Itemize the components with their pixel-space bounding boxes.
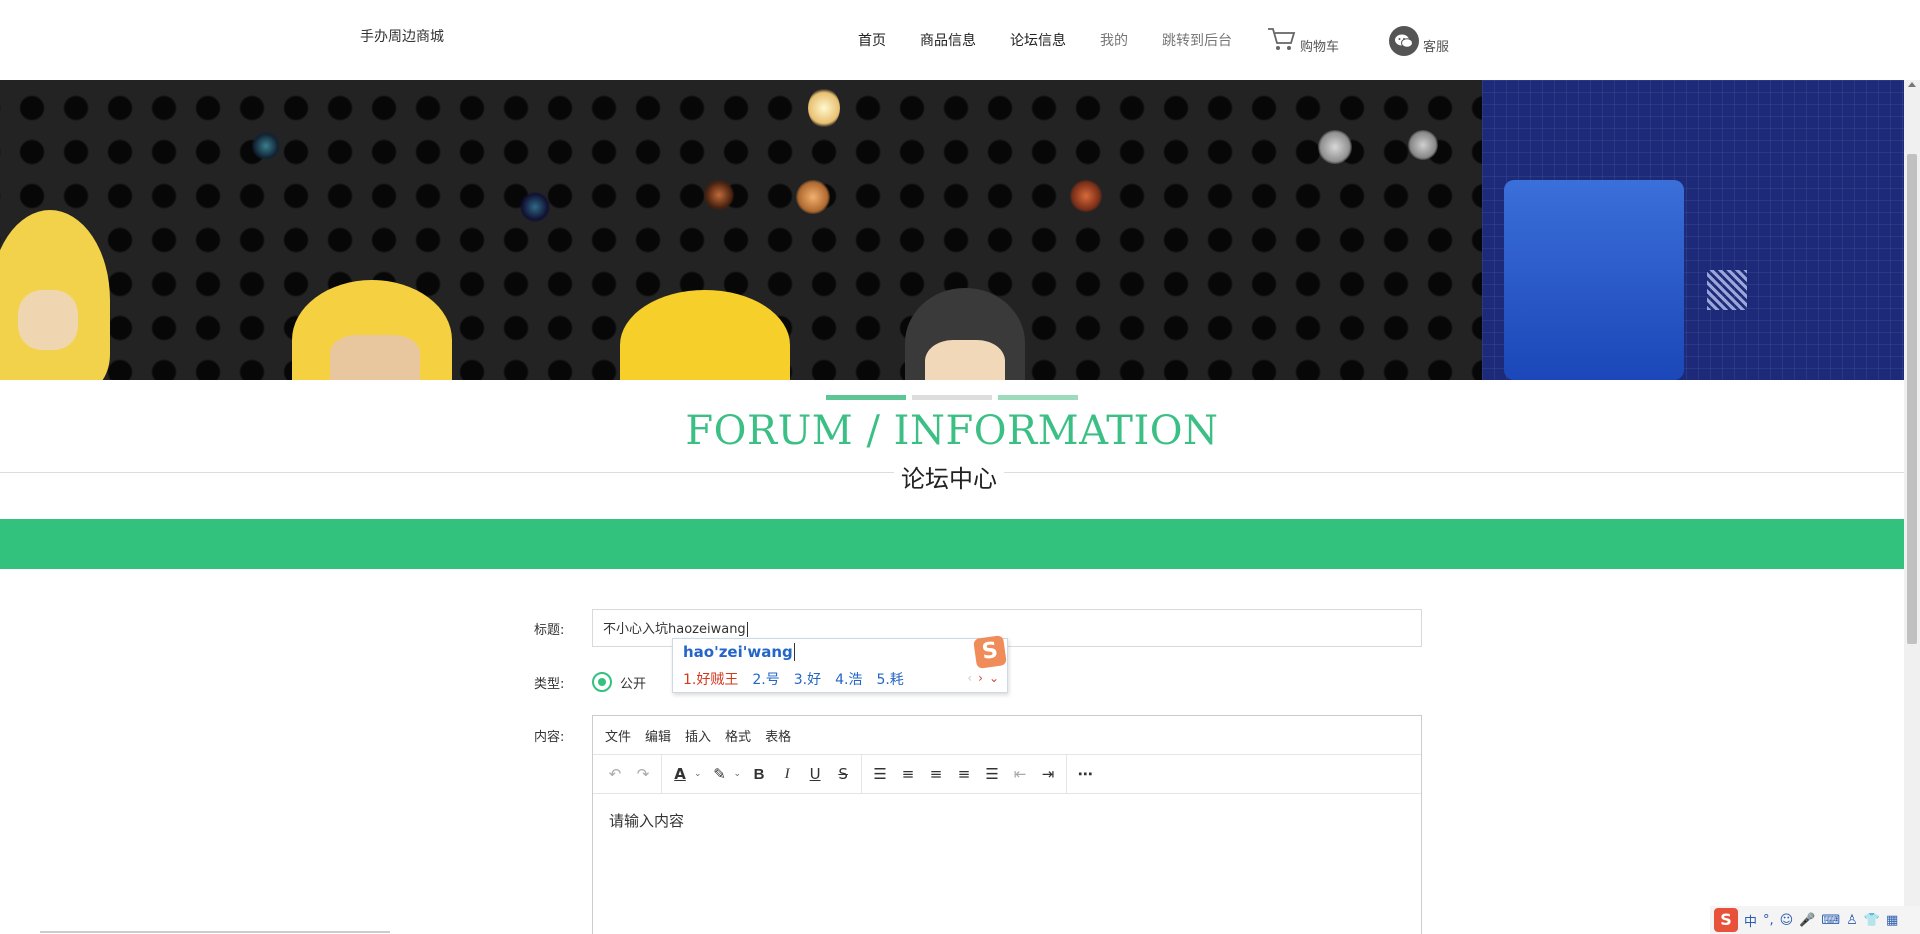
ime-lang-toggle[interactable]: 中 (1744, 911, 1757, 930)
menu-format[interactable]: 格式 (725, 726, 751, 745)
ime-candidate[interactable]: 3.好 (794, 669, 821, 689)
line-height-icon[interactable]: ☰ (866, 760, 894, 788)
type-option-label: 公开 (620, 676, 647, 692)
ime-candidate-popup: hao'zei'wang 1.好贼王 2.号 3.好 4.浩 5.耗 S ‹ ›… (672, 635, 1008, 693)
nav-forum[interactable]: 论坛信息 (1010, 30, 1066, 52)
underline-icon[interactable]: U (801, 760, 829, 788)
emoji-icon[interactable]: ☺ (1780, 913, 1794, 928)
nav-home[interactable]: 首页 (858, 30, 886, 52)
italic-icon[interactable]: I (773, 760, 801, 788)
editor-toolbar: ↶ ↷ A ⌄ ✎ ⌄ B I U S ☰ ≡ ≡ ≡ ☰ ⇤ ⇥ ⋯ (593, 754, 1421, 794)
align-left-icon[interactable]: ≡ (894, 760, 922, 788)
carousel-dot-2[interactable] (912, 395, 992, 400)
radio-checked-icon (592, 672, 612, 692)
bold-icon[interactable]: B (745, 760, 773, 788)
brand-logo-text[interactable]: 手办周边商城 (360, 26, 444, 46)
skin-icon[interactable]: 👕 (1864, 913, 1880, 928)
carousel-dot-3[interactable] (998, 395, 1078, 400)
cart-label: 购物车 (1300, 39, 1340, 55)
editor-menubar: 文件 编辑 插入 格式 表格 (593, 716, 1421, 755)
more-icon[interactable]: ⋯ (1071, 760, 1099, 788)
banner-image (0, 80, 1482, 380)
nav-service[interactable]: 客服 (1389, 26, 1449, 56)
carousel-dot-1[interactable] (826, 395, 906, 400)
banner-carousel[interactable] (0, 80, 1904, 380)
title-input-value: 不小心入坑haozeiwang (603, 622, 746, 637)
strikethrough-icon[interactable]: S (829, 760, 857, 788)
type-radio-public[interactable]: 公开 (592, 672, 646, 692)
bottom-divider (40, 931, 390, 933)
indent-icon[interactable]: ⇥ (1034, 760, 1062, 788)
menu-edit[interactable]: 编辑 (645, 726, 671, 745)
rich-text-editor: 文件 编辑 插入 格式 表格 ↶ ↷ A ⌄ ✎ ⌄ B I U S ☰ ≡ ≡… (592, 715, 1422, 934)
sogou-logo-icon: S (973, 635, 1007, 669)
scroll-up-arrow-icon[interactable] (1908, 82, 1916, 87)
sogou-tray-icon[interactable]: S (1714, 908, 1738, 932)
nav-cart[interactable]: 购物车 (1266, 25, 1339, 57)
align-justify-icon[interactable]: ☰ (978, 760, 1006, 788)
section-title-cn: 论坛中心 (894, 459, 1004, 494)
main-nav: 首页 商品信息 论坛信息 我的 跳转到后台 购物车 客服 (858, 25, 1499, 57)
nav-products[interactable]: 商品信息 (920, 30, 976, 52)
user-icon[interactable]: ♙ (1846, 913, 1858, 928)
ime-candidate-list: 1.好贼王 2.号 3.好 4.浩 5.耗 (683, 669, 918, 689)
highlight-color-icon[interactable]: ✎ (706, 760, 734, 788)
cart-icon (1266, 25, 1296, 57)
section-title-en: FORUM / INFORMATION (685, 408, 1219, 454)
ime-candidate[interactable]: 2.号 (752, 669, 779, 689)
ime-candidate[interactable]: 4.浩 (835, 669, 862, 689)
ime-candidate[interactable]: 5.耗 (876, 669, 903, 689)
menu-insert[interactable]: 插入 (685, 726, 711, 745)
page: 手办周边商城 首页 商品信息 论坛信息 我的 跳转到后台 购物车 客服 FORU… (0, 0, 1920, 934)
ime-punct-toggle[interactable]: °, (1763, 913, 1774, 928)
wechat-icon (1389, 26, 1420, 56)
keyboard-icon[interactable]: ⌨ (1821, 913, 1840, 928)
undo-icon[interactable]: ↶ (601, 760, 629, 788)
type-label: 类型: (534, 677, 565, 692)
microphone-icon[interactable]: 🎤 (1799, 913, 1815, 928)
scroll-thumb[interactable] (1907, 154, 1917, 644)
highlight-dropdown-icon[interactable]: ⌄ (734, 769, 742, 779)
align-center-icon[interactable]: ≡ (922, 760, 950, 788)
ime-expand-icon[interactable]: ⌄ (989, 671, 999, 685)
ime-candidate[interactable]: 1.好贼王 (683, 669, 738, 689)
editor-content[interactable]: 请输入内容 (593, 794, 1421, 847)
ime-page-nav: ‹ › ⌄ (961, 671, 999, 685)
content-label: 内容: (534, 730, 565, 745)
outdent-icon[interactable]: ⇤ (1006, 760, 1034, 788)
header: 手办周边商城 首页 商品信息 论坛信息 我的 跳转到后台 购物车 客服 (0, 0, 1904, 80)
service-label: 客服 (1423, 39, 1450, 55)
redo-icon[interactable]: ↷ (629, 760, 657, 788)
ime-composition: hao'zei'wang (683, 643, 795, 661)
text-color-dropdown-icon[interactable]: ⌄ (694, 769, 702, 779)
toolbox-icon[interactable]: ▦ (1886, 913, 1898, 928)
ime-status-bar: S 中 °, ☺ 🎤 ⌨ ♙ 👕 ▦ (1710, 906, 1920, 934)
ime-next-icon[interactable]: › (978, 671, 983, 685)
text-color-icon[interactable]: A (666, 760, 694, 788)
menu-file[interactable]: 文件 (605, 726, 631, 745)
page-scrollbar[interactable] (1904, 80, 1920, 934)
nav-admin[interactable]: 跳转到后台 (1162, 30, 1232, 52)
carousel-indicators (826, 395, 1084, 400)
menu-table[interactable]: 表格 (765, 726, 791, 745)
align-right-icon[interactable]: ≡ (950, 760, 978, 788)
figure-center (620, 290, 790, 380)
banner-next-slide (1482, 80, 1904, 380)
ime-prev-icon[interactable]: ‹ (967, 671, 972, 685)
title-label: 标题: (534, 623, 565, 638)
green-strip (0, 519, 1904, 569)
nav-mine[interactable]: 我的 (1100, 30, 1128, 52)
